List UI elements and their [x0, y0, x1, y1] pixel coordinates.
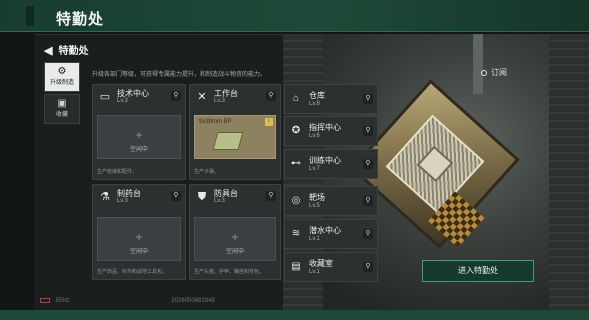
facility-warehouse[interactable]: ⌂ 仓库 Lv.8 ⚲ [284, 84, 378, 114]
slot-status: 空闲中 [129, 147, 148, 153]
uid-readout: 2026050681848 [171, 298, 215, 305]
target-icon: ◎ [291, 195, 301, 206]
plus-icon: + [135, 230, 143, 244]
warehouse-icon: ⌂ [292, 93, 300, 104]
item-name: 9x39mm BP [199, 119, 232, 125]
facility-level: Lv.6 [309, 133, 320, 139]
search-icon[interactable]: ⚲ [363, 196, 373, 206]
workshop-pharmacy[interactable]: ⚗ 制药台 Lv.3 ⚲ + 空闲中 生产药品、针剂和战地工具包。 [92, 184, 186, 280]
tab-upgrade[interactable]: ⚙ 升级制造 [44, 62, 80, 92]
workshop-level: Lv.3 [214, 198, 225, 204]
facility-level: Lv.1 [309, 269, 320, 275]
subscribe-icon [481, 69, 487, 76]
workshop-footer: 生产药品、针剂和战地工具包。 [97, 269, 168, 275]
workshop-level: Lv.3 [214, 98, 225, 104]
search-icon[interactable]: ⚲ [363, 262, 373, 272]
facility-name: 收藏室 [309, 259, 333, 268]
facility-level: Lv.8 [309, 101, 320, 107]
status-bar: 50Hz 2026050681848 [40, 298, 215, 304]
search-icon[interactable]: ⚲ [266, 191, 276, 201]
page-title: 特勤处 [56, 11, 105, 28]
production-slot[interactable]: + 空闲中 [97, 115, 181, 159]
facility-range[interactable]: ◎ 靶场 Lv.5 ⚲ [284, 186, 378, 216]
facility-level: Lv.1 [309, 236, 320, 242]
plus-icon: + [231, 230, 239, 244]
upgrade-icon: ⚙ [57, 66, 67, 77]
scene-pipe [473, 34, 483, 94]
command-icon: ✪ [291, 125, 301, 136]
monitor-icon: ▭ [99, 91, 111, 103]
facility-vault[interactable]: ▤ 收藏室 Lv.1 ⚲ [284, 252, 378, 282]
facility-name: 潜水中心 [309, 226, 341, 235]
search-icon[interactable]: ⚲ [171, 91, 181, 101]
search-icon[interactable]: ⚲ [363, 159, 373, 169]
workshop-footer: 生产头盔、护甲、胸挂和背包。 [194, 269, 265, 275]
search-icon[interactable]: ⚲ [266, 91, 276, 101]
alert-badge-icon: ! [265, 118, 273, 126]
workshop-armor[interactable]: ⛊ 防具台 Lv.3 ⚲ + 空闲中 生产头盔、护甲、胸挂和背包。 [189, 184, 281, 280]
facility-name: 训练中心 [309, 156, 341, 165]
crate-core [416, 145, 454, 183]
ammo-box-icon [212, 132, 244, 150]
fps-readout: 50Hz [55, 298, 70, 305]
bottom-banner [0, 310, 589, 320]
production-item[interactable]: 9x39mm BP ! [194, 115, 276, 159]
card-header: ⛊ 防具台 Lv.3 ⚲ [190, 185, 280, 209]
enter-special-ops-button[interactable]: 进入特勤处 [422, 260, 534, 282]
description-text: 升级各部门等级，可获得专属能力提升，和制造战斗物资的能力。 [92, 72, 267, 78]
scene-wall-right [549, 34, 589, 310]
workshop-workbench[interactable]: ✕ 工作台 Lv.3 ⚲ 9x39mm BP ! 生产子弹。 [189, 84, 281, 180]
card-header: ▭ 技术中心 Lv.3 ⚲ [93, 85, 185, 109]
facility-diving[interactable]: ≋ 潜水中心 Lv.1 ⚲ [284, 219, 378, 249]
facility-level: Lv.5 [309, 203, 320, 209]
collection-icon: ▣ [57, 98, 67, 109]
armor-icon: ⛊ [197, 191, 207, 203]
tools-icon: ✕ [197, 91, 207, 103]
facility-name: 指挥中心 [309, 123, 341, 132]
workshop-footer: 生产枪械和配件。 [97, 169, 138, 175]
workshop-footer: 生产子弹。 [194, 169, 220, 175]
production-slot[interactable]: + 空闲中 [194, 217, 276, 261]
crate-panel [385, 114, 485, 214]
facility-name: 靶场 [309, 193, 325, 202]
back-button[interactable]: ◀ 特勤处 [44, 42, 88, 57]
card-header: ✕ 工作台 Lv.3 ⚲ [190, 85, 280, 109]
search-icon[interactable]: ⚲ [363, 229, 373, 239]
dumbbell-icon: ⊷ [291, 158, 301, 169]
diving-icon: ≋ [291, 228, 301, 239]
search-icon[interactable]: ⚲ [171, 191, 181, 201]
workshop-tech-center[interactable]: ▭ 技术中心 Lv.3 ⚲ + 空闲中 生产枪械和配件。 [92, 84, 186, 180]
search-icon[interactable]: ⚲ [363, 94, 373, 104]
facility-level: Lv.7 [309, 166, 320, 172]
workshop-level: Lv.3 [117, 98, 128, 104]
facility-training[interactable]: ⊷ 训练中心 Lv.7 ⚲ [284, 149, 378, 179]
subscribe-button[interactable]: 订阅 [481, 67, 507, 78]
top-banner: 特勤处 [0, 0, 589, 32]
workshop-level: Lv.3 [117, 198, 128, 204]
back-arrow-icon: ◀ [44, 45, 53, 57]
facility-name: 仓库 [309, 91, 325, 100]
tab-collection[interactable]: ▣ 收藏 [44, 94, 80, 124]
banner-stripe [26, 6, 34, 26]
production-slot[interactable]: + 空闲中 [97, 217, 181, 261]
plus-icon: + [135, 128, 143, 142]
card-header: ⚗ 制药台 Lv.3 ⚲ [93, 185, 185, 209]
battery-icon [40, 298, 50, 303]
slot-status: 空闲中 [129, 249, 148, 255]
search-icon[interactable]: ⚲ [363, 126, 373, 136]
facility-command[interactable]: ✪ 指挥中心 Lv.6 ⚲ [284, 116, 378, 146]
slot-status: 空闲中 [225, 249, 244, 255]
flask-icon: ⚗ [100, 191, 110, 203]
vault-icon: ▤ [291, 261, 301, 272]
